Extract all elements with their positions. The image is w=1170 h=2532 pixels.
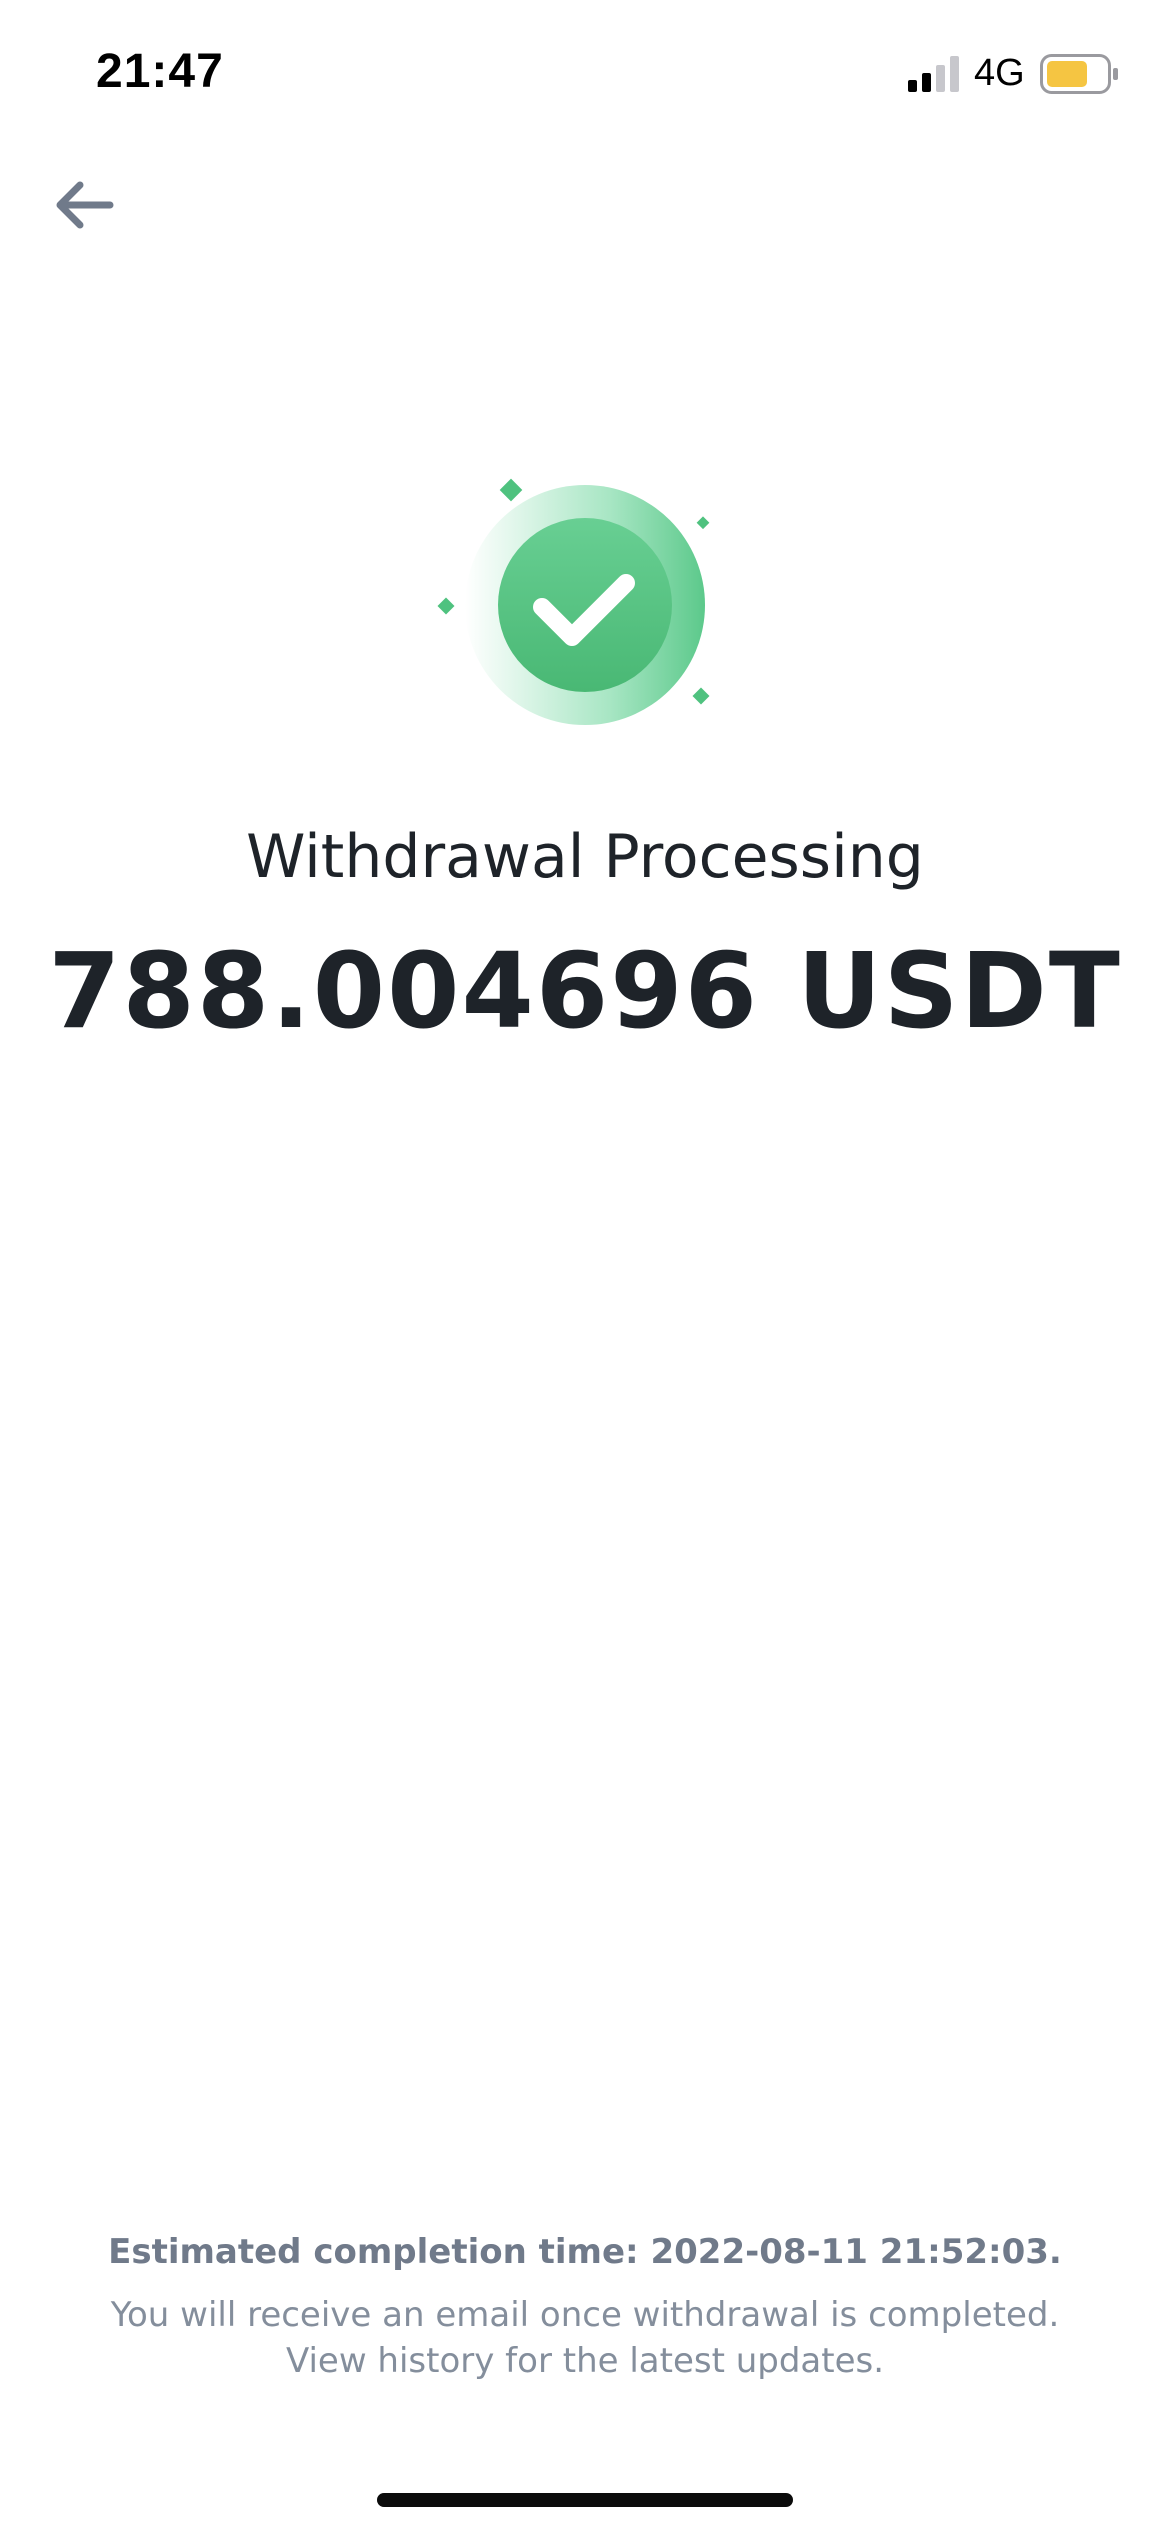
status-bar: 21:47 4G bbox=[0, 0, 1170, 150]
email-notice: You will receive an email once withdrawa… bbox=[0, 2292, 1170, 2384]
estimated-completion-time: Estimated completion time: 2022-08-11 21… bbox=[108, 2232, 1062, 2272]
battery-icon bbox=[1040, 54, 1118, 94]
cellular-signal-icon bbox=[908, 56, 959, 92]
network-type: 4G bbox=[974, 52, 1025, 94]
home-indicator[interactable] bbox=[377, 2493, 793, 2507]
status-title: Withdrawal Processing bbox=[246, 822, 924, 892]
success-check-illustration bbox=[437, 478, 710, 725]
withdrawal-amount: 788.004696 USDT bbox=[48, 930, 1122, 1052]
arrow-left-icon bbox=[56, 181, 114, 229]
back-button[interactable] bbox=[50, 175, 120, 235]
notice-line: View history for the latest updates. bbox=[285, 2341, 885, 2381]
status-time: 21:47 bbox=[96, 45, 224, 98]
notice-line: You will receive an email once withdrawa… bbox=[110, 2295, 1060, 2335]
